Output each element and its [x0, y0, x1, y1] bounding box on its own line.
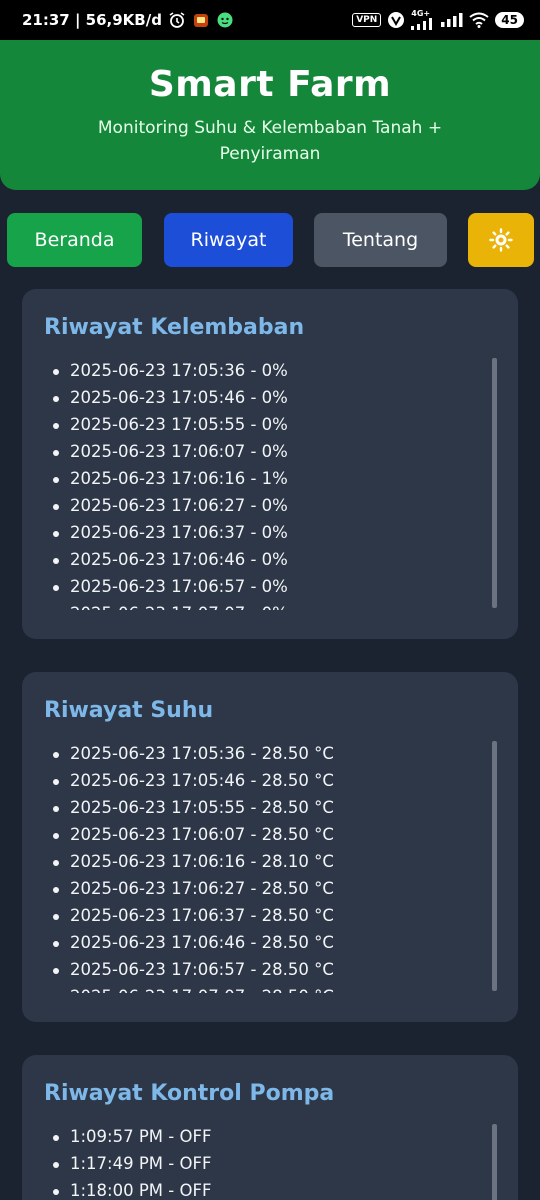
list-item: 2025-06-23 17:05:55 - 28.50 °C [44, 794, 496, 821]
pump-history-card: Riwayat Kontrol Pompa 1:09:57 PM - OFF 1:… [22, 1055, 518, 1200]
app-subtitle: Monitoring Suhu & Kelembaban Tanah + Pen… [97, 118, 443, 164]
list-item: 2025-06-23 17:06:16 - 28.10 °C [44, 848, 496, 875]
list-item: 1:18:00 PM - OFF [44, 1177, 496, 1200]
pump-history-list[interactable]: 1:09:57 PM - OFF 1:17:49 PM - OFF 1:18:00 … [44, 1123, 496, 1200]
battery-level: 45 [495, 12, 524, 28]
list-item: 2025-06-23 17:07:07 - 0% [44, 600, 496, 610]
list-item: 2025-06-23 17:06:27 - 28.50 °C [44, 875, 496, 902]
vivaldi-icon [387, 11, 405, 29]
list-item: 2025-06-23 17:05:55 - 0% [44, 411, 496, 438]
app-header: Smart Farm Monitoring Suhu & Kelembaban … [0, 40, 540, 190]
chat-notification-icon [216, 11, 234, 29]
temperature-history-title: Riwayat Suhu [44, 698, 214, 723]
status-time: 21:37 | 56,9KB/d [22, 11, 162, 29]
network-type: 4G+ [411, 9, 431, 18]
pump-history-title: Riwayat Kontrol Pompa [44, 1081, 335, 1106]
nav-riwayat-button[interactable]: Riwayat [164, 213, 293, 267]
list-item: 2025-06-23 17:05:36 - 0% [44, 357, 496, 384]
alarm-icon [168, 11, 186, 29]
humidity-history-title: Riwayat Kelembaban [44, 315, 305, 340]
list-item: 2025-06-23 17:07:07 - 28.50 °C [44, 983, 496, 993]
nav-beranda-button[interactable]: Beranda [7, 213, 142, 267]
nav-tentang-button[interactable]: Tentang [314, 213, 447, 267]
status-bar-right: VPN 4G+ 45 [352, 10, 524, 30]
list-item: 2025-06-23 17:06:57 - 0% [44, 573, 496, 600]
main-nav: Beranda Riwayat Tentang [0, 213, 540, 267]
list-item: 2025-06-23 17:06:37 - 28.50 °C [44, 902, 496, 929]
sun-icon [489, 228, 513, 252]
list-item: 1:17:49 PM - OFF [44, 1150, 496, 1177]
temperature-history-list[interactable]: 2025-06-23 17:05:36 - 28.50 °C 2025-06-23… [44, 740, 496, 993]
list-item: 2025-06-23 17:06:37 - 0% [44, 519, 496, 546]
status-bar: 21:37 | 56,9KB/d VPN 4G+ 45 [0, 0, 540, 40]
list-item: 2025-06-23 17:06:27 - 0% [44, 492, 496, 519]
humidity-history-card: Riwayat Kelembaban 2025-06-23 17:05:36 -… [22, 289, 518, 639]
list-item: 1:09:57 PM - OFF [44, 1123, 496, 1150]
signal-4g-icon: 4G+ [411, 10, 435, 30]
list-item: 2025-06-23 17:06:07 - 28.50 °C [44, 821, 496, 848]
theme-toggle-button[interactable] [468, 213, 534, 267]
pump-scrollbar[interactable] [492, 1124, 497, 1200]
app-title: Smart Farm [148, 64, 392, 105]
status-bar-left: 21:37 | 56,9KB/d [22, 11, 234, 29]
list-item: 2025-06-23 17:06:07 - 0% [44, 438, 496, 465]
humidity-scrollbar[interactable] [492, 358, 497, 608]
list-item: 2025-06-23 17:05:46 - 0% [44, 384, 496, 411]
list-item: 2025-06-23 17:06:16 - 1% [44, 465, 496, 492]
temperature-scrollbar[interactable] [492, 741, 497, 991]
wifi-icon [469, 12, 489, 28]
list-item: 2025-06-23 17:06:46 - 28.50 °C [44, 929, 496, 956]
temperature-history-card: Riwayat Suhu 2025-06-23 17:05:36 - 28.50… [22, 672, 518, 1022]
humidity-history-list[interactable]: 2025-06-23 17:05:36 - 0% 2025-06-23 17:05… [44, 357, 496, 610]
list-item: 2025-06-23 17:06:57 - 28.50 °C [44, 956, 496, 983]
signal-bars-icon [441, 13, 463, 27]
list-item: 2025-06-23 17:05:36 - 28.50 °C [44, 740, 496, 767]
vpn-indicator: VPN [352, 13, 382, 27]
list-item: 2025-06-23 17:06:46 - 0% [44, 546, 496, 573]
app-notification-icon [192, 11, 210, 29]
list-item: 2025-06-23 17:05:46 - 28.50 °C [44, 767, 496, 794]
